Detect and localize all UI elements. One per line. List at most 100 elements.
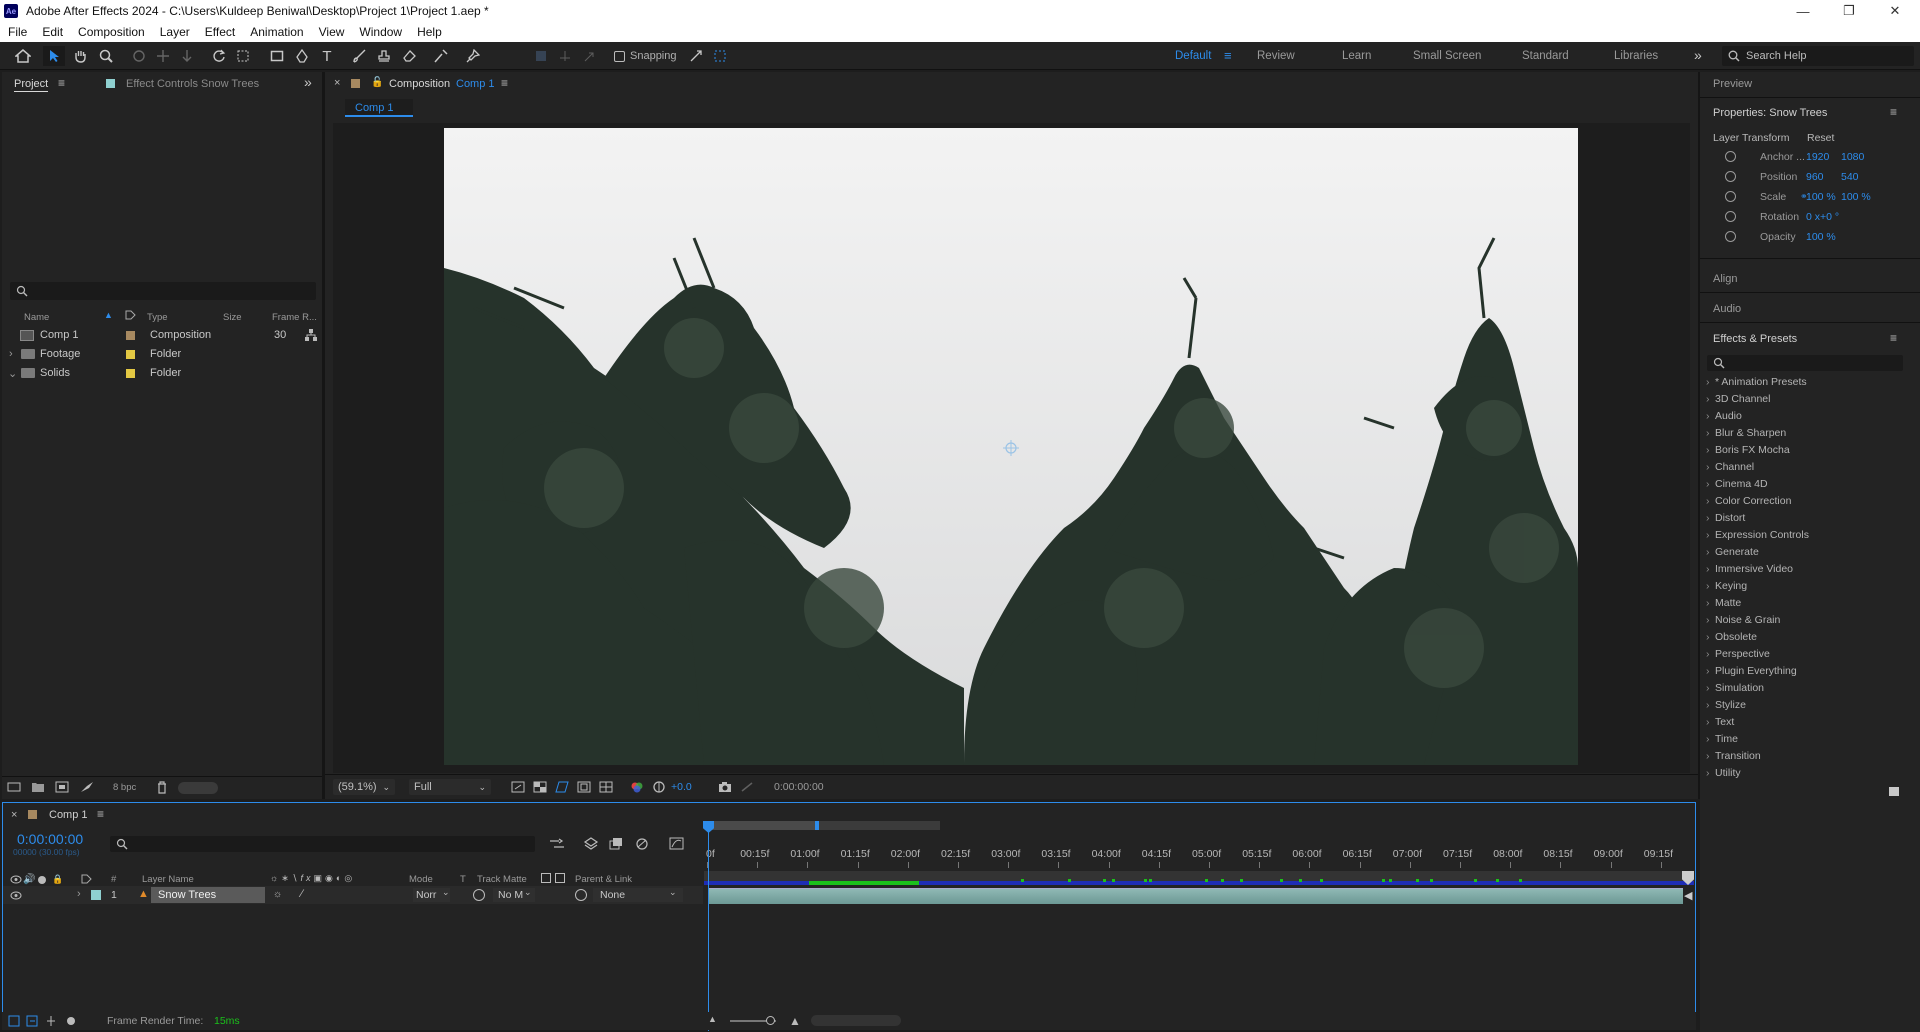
flowchart-icon[interactable] — [305, 328, 317, 342]
project-item[interactable]: › Footage Folder — [4, 345, 322, 364]
axis-view-icon[interactable] — [578, 46, 600, 66]
timeline-menu-icon[interactable]: ≡ — [97, 807, 104, 821]
puppet-pin-icon[interactable] — [462, 46, 484, 66]
effect-category[interactable]: › Text — [1706, 716, 1734, 728]
stopwatch-icon[interactable] — [1725, 231, 1736, 242]
property-value-x[interactable]: 1920 — [1806, 151, 1829, 163]
column-track-matte[interactable]: Track Matte — [477, 874, 527, 885]
effect-category[interactable]: › * Animation Presets — [1706, 376, 1807, 388]
current-time-indicator[interactable] — [703, 821, 714, 1031]
home-icon[interactable] — [12, 46, 34, 66]
effect-category[interactable]: › Audio — [1706, 410, 1742, 422]
snap-grid-icon[interactable] — [709, 46, 731, 66]
zoom-tool-icon[interactable] — [95, 46, 117, 66]
label-swatch[interactable] — [126, 350, 135, 359]
parent-pickwhip-icon[interactable] — [575, 889, 587, 901]
layer-visibility-icon[interactable] — [10, 891, 22, 900]
new-bin-icon[interactable] — [1889, 787, 1899, 796]
brush-tool-icon[interactable] — [348, 46, 370, 66]
effect-category[interactable]: › Immersive Video — [1706, 563, 1793, 575]
layer-switches-icons[interactable]: ☼∗∖fx▣◉◐◎ — [270, 873, 355, 884]
show-snapshot-icon[interactable] — [740, 781, 754, 793]
column-type[interactable]: Type — [147, 312, 168, 323]
effect-category[interactable]: › Simulation — [1706, 682, 1764, 694]
label-column-icon[interactable] — [125, 310, 136, 320]
layer-name-field[interactable]: Snow Trees — [151, 887, 265, 903]
effect-category[interactable]: › Channel — [1706, 461, 1754, 473]
audio-speaker-icon[interactable]: 🔊 — [23, 874, 35, 885]
timeline-current-time[interactable]: 0:00:00:00 — [17, 831, 83, 847]
stopwatch-icon[interactable] — [1725, 171, 1736, 182]
solo-icon[interactable] — [38, 876, 46, 884]
effect-category[interactable]: › Utility — [1706, 767, 1741, 779]
graph-editor-icon[interactable] — [669, 837, 684, 850]
draft-3d-icon[interactable] — [583, 837, 599, 850]
zoom-in-icon[interactable]: ▲ — [789, 1014, 801, 1028]
matte-toggle-icon[interactable] — [541, 873, 551, 883]
eraser-tool-icon[interactable] — [398, 46, 420, 66]
menu-file[interactable]: File — [0, 25, 34, 39]
workspace-default[interactable]: Default — [1175, 50, 1211, 62]
new-composition-icon[interactable] — [55, 781, 69, 793]
effect-category[interactable]: › Boris FX Mocha — [1706, 444, 1790, 456]
pan-camera-icon[interactable] — [152, 46, 174, 66]
lock-icon[interactable]: 🔓 — [371, 77, 383, 88]
stopwatch-icon[interactable] — [1725, 191, 1736, 202]
workspace-standard[interactable]: Standard — [1522, 50, 1569, 62]
maximize-icon[interactable]: ❐ — [1826, 0, 1872, 22]
effect-category[interactable]: › Noise & Grain — [1706, 614, 1780, 626]
lock-column-icon[interactable]: 🔒 — [52, 874, 63, 885]
align-panel-title[interactable]: Align — [1713, 273, 1737, 285]
project-menu-icon[interactable]: ≡ — [58, 76, 65, 90]
effect-category[interactable]: › Generate — [1706, 546, 1759, 558]
effect-category[interactable]: › Color Correction — [1706, 495, 1791, 507]
tab-effect-controls[interactable]: Effect Controls Snow Trees — [126, 78, 259, 90]
grid-guides-icon[interactable] — [599, 781, 613, 793]
exposure-value[interactable]: +0.0 — [671, 781, 692, 793]
axis-local-icon[interactable] — [530, 46, 552, 66]
stopwatch-icon[interactable] — [1725, 151, 1736, 162]
orbit-camera-icon[interactable] — [128, 46, 150, 66]
project-search-input[interactable] — [10, 282, 316, 300]
column-parent-link[interactable]: Parent & Link — [575, 874, 632, 885]
effect-category[interactable]: › 3D Channel — [1706, 393, 1770, 405]
close-icon[interactable]: ✕ — [1872, 0, 1918, 22]
track-matte-pickwhip-icon[interactable] — [473, 889, 485, 901]
project-item[interactable]: Comp 1 Composition 30 — [4, 326, 322, 345]
effect-category[interactable]: › Cinema 4D — [1706, 478, 1768, 490]
layer-out-point-icon[interactable]: ◀ — [1684, 889, 1692, 902]
resolution-dropdown[interactable]: Full ⌄ — [409, 779, 491, 795]
zoom-slider-handle[interactable] — [766, 1016, 775, 1025]
column-mode[interactable]: Mode — [409, 874, 433, 885]
time-ruler[interactable]: 0f 00:15f 01:00f 01:15f 02:00f 02:15f 03:00f 03… — [704, 841, 1694, 868]
parent-dropdown[interactable]: None ⌄ — [593, 887, 683, 902]
menu-edit[interactable]: Edit — [34, 25, 70, 39]
effect-category[interactable]: › Expression Controls — [1706, 529, 1809, 541]
effect-category[interactable]: › Plugin Everything — [1706, 665, 1797, 677]
effect-category[interactable]: › Blur & Sharpen — [1706, 427, 1786, 439]
stopwatch-icon[interactable] — [1725, 211, 1736, 222]
property-value-y[interactable]: 100 % — [1841, 191, 1871, 203]
timeline-search-input[interactable] — [110, 836, 535, 852]
thumbnail-slider[interactable] — [178, 782, 218, 794]
effect-category[interactable]: › Perspective — [1706, 648, 1770, 660]
roto-brush-icon[interactable] — [430, 46, 452, 66]
delete-icon[interactable] — [156, 781, 168, 794]
effects-menu-icon[interactable]: ≡ — [1890, 331, 1897, 345]
property-value[interactable]: 100 % — [1806, 231, 1836, 243]
expand-chevron-icon[interactable]: › — [9, 348, 13, 360]
render-queue-icon[interactable] — [80, 781, 94, 793]
hand-tool-icon[interactable] — [69, 46, 91, 66]
zoom-out-icon[interactable]: ▲ — [708, 1014, 717, 1024]
column-layer-name[interactable]: Layer Name — [142, 874, 194, 885]
comp-menu-icon[interactable]: ≡ — [501, 76, 508, 90]
bpc-label[interactable]: 8 bpc — [113, 782, 136, 793]
menu-window[interactable]: Window — [351, 25, 409, 39]
layer-row[interactable]: › 1 ▲ Snow Trees ☼ ∕ Norr ⌄ No M ⌄ None … — [3, 886, 703, 904]
property-value-y[interactable]: 1080 — [1841, 151, 1864, 163]
effect-category[interactable]: › Stylize — [1706, 699, 1746, 711]
transparency-grid-icon[interactable] — [533, 781, 547, 793]
video-visibility-icon[interactable] — [10, 875, 22, 884]
effect-category[interactable]: › Matte — [1706, 597, 1741, 609]
close-panel-icon[interactable]: × — [334, 77, 340, 89]
